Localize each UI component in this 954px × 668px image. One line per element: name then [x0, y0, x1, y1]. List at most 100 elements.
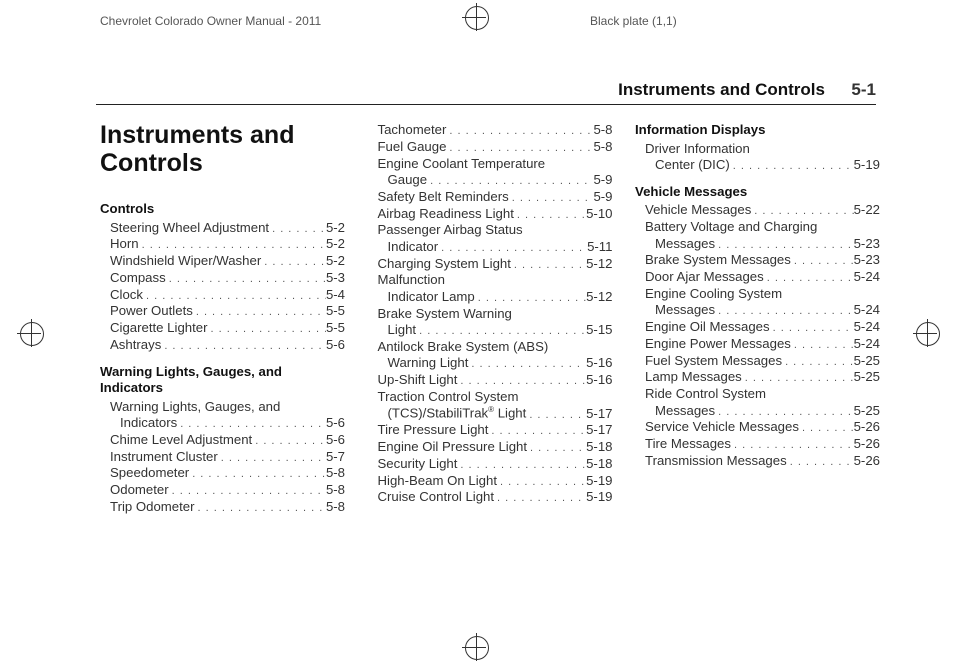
toc-entry-wrap: Engine Coolant Temperature — [368, 156, 613, 173]
toc-entry: Center (DIC) 5-19 — [635, 157, 880, 174]
toc-entry-page: 5-3 — [326, 270, 345, 287]
toc-leader-dots — [143, 287, 326, 304]
toc-entry-page: 5-24 — [854, 269, 880, 286]
toc-entry-page: 5-18 — [586, 456, 612, 473]
toc-leader-dots — [742, 369, 854, 386]
toc-entry-page: 5-9 — [593, 189, 612, 206]
toc-entry-page: 5-19 — [854, 157, 880, 174]
toc-leader-dots — [787, 453, 854, 470]
toc-columns: Instruments and Controls Controls Steeri… — [100, 122, 880, 526]
toc-entry-wrap: Engine Cooling System — [635, 286, 880, 303]
toc-group-wlgi: Warning Lights, Gauges, and Indicators W… — [100, 364, 345, 516]
toc-entry-label: Messages — [635, 302, 715, 319]
toc-entry-wrap: Passenger Airbag Status — [368, 222, 613, 239]
toc-leader-dots — [177, 415, 326, 432]
toc-entry-page: 5-24 — [854, 336, 880, 353]
toc-entry-label: Center (DIC) — [635, 157, 730, 174]
toc-leader-dots — [770, 319, 854, 336]
toc-leader-dots — [497, 473, 586, 490]
toc-entry-page: 5-9 — [593, 172, 612, 189]
toc-entry: Airbag Readiness Light5-10 — [368, 206, 613, 223]
toc-leader-dots — [731, 436, 854, 453]
toc-entry-page: 5-18 — [586, 439, 612, 456]
toc-entry-label: Speedometer — [100, 465, 189, 482]
toc-leader-dots — [457, 372, 586, 389]
toc-entry-page: 5-26 — [854, 419, 880, 436]
toc-entry-page: 5-22 — [854, 202, 880, 219]
toc-leader-dots — [494, 489, 586, 506]
toc-entry: Lamp Messages5-25 — [635, 369, 880, 386]
toc-entry-label: Engine Power Messages — [635, 336, 791, 353]
toc-entry-page: 5-25 — [854, 403, 880, 420]
toc-group-info-displays: Information Displays Driver InformationC… — [635, 122, 880, 174]
toc-entry: (TCS)/StabiliTrak® Light5-17 — [368, 405, 613, 422]
chapter-title: Instruments and Controls — [100, 122, 345, 177]
toc-entry-page: 5-11 — [587, 239, 612, 256]
toc-entry-page: 5-25 — [854, 353, 880, 370]
toc-entry-label: Indicators — [100, 415, 177, 432]
toc-entry-page: 5-10 — [586, 206, 612, 223]
toc-entry-page: 5-7 — [326, 449, 345, 466]
toc-leader-dots — [261, 253, 326, 270]
toc-leader-dots — [438, 239, 587, 256]
toc-entry: Brake System Messages5-23 — [635, 252, 880, 269]
toc-entry-label: Up-Shift Light — [368, 372, 458, 389]
toc-entry-label: Brake System Messages — [635, 252, 791, 269]
toc-entry-label: Lamp Messages — [635, 369, 742, 386]
toc-leader-dots — [189, 465, 326, 482]
toc-entry-wrap: Antilock Brake System (ABS) — [368, 339, 613, 356]
toc-leader-dots — [446, 139, 593, 156]
toc-column-3: Information Displays Driver InformationC… — [635, 122, 880, 526]
toc-entry: Messages5-23 — [635, 236, 880, 253]
toc-entry: Safety Belt Reminders5-9 — [368, 189, 613, 206]
toc-entry: Light5-15 — [368, 322, 613, 339]
toc-leader-dots — [457, 456, 586, 473]
toc-entry-label: Cigarette Lighter — [100, 320, 208, 337]
toc-leader-dots — [427, 172, 593, 189]
toc-entry-page: 5-12 — [586, 289, 612, 306]
toc-entry-label: Engine Oil Messages — [635, 319, 770, 336]
toc-leader-dots — [269, 220, 326, 237]
toc-leader-dots — [791, 336, 854, 353]
toc-entry-page: 5-15 — [586, 322, 612, 339]
toc-leader-dots — [715, 302, 853, 319]
toc-entry: Service Vehicle Messages5-26 — [635, 419, 880, 436]
toc-entry-label: Tire Messages — [635, 436, 731, 453]
toc-entry-label: Odometer — [100, 482, 169, 499]
toc-entry-wrap: Brake System Warning — [368, 306, 613, 323]
group-title: Controls — [100, 201, 345, 218]
registration-mark-icon — [916, 322, 940, 346]
plate-label: Black plate (1,1) — [590, 14, 677, 28]
toc-entry: Cruise Control Light5-19 — [368, 489, 613, 506]
toc-leader-dots — [764, 269, 854, 286]
toc-entry-label: Messages — [635, 403, 715, 420]
toc-leader-dots — [526, 406, 586, 423]
toc-entry-label: Fuel System Messages — [635, 353, 782, 370]
toc-leader-dots — [468, 355, 586, 372]
toc-entry-page: 5-2 — [326, 220, 345, 237]
toc-entry: Messages 5-25 — [635, 403, 880, 420]
toc-entry: Chime Level Adjustment5-6 — [100, 432, 345, 449]
toc-leader-dots — [488, 422, 586, 439]
toc-entry-label: Trip Odometer — [100, 499, 195, 516]
toc-entry: Engine Power Messages 5-24 — [635, 336, 880, 353]
toc-leader-dots — [193, 303, 326, 320]
toc-entry: Warning Light5-16 — [368, 355, 613, 372]
toc-entry-label: Messages — [635, 236, 715, 253]
toc-entry-label: Engine Oil Pressure Light — [368, 439, 528, 456]
toc-entry-label: High-Beam On Light — [368, 473, 497, 490]
toc-entry-label: Ashtrays — [100, 337, 161, 354]
toc-entry-page: 5-5 — [326, 320, 345, 337]
toc-leader-dots — [475, 289, 586, 306]
toc-column-1: Instruments and Controls Controls Steeri… — [100, 122, 345, 526]
toc-entry-page: 5-19 — [586, 473, 612, 490]
toc-entry: Compass5-3 — [100, 270, 345, 287]
toc-entry: Engine Oil Messages5-24 — [635, 319, 880, 336]
group-title: Vehicle Messages — [635, 184, 880, 201]
group-title: Information Displays — [635, 122, 880, 139]
toc-entry: Transmission Messages5-26 — [635, 453, 880, 470]
toc-leader-dots — [782, 353, 854, 370]
section-title: Instruments and Controls — [618, 80, 825, 99]
toc-entry-page: 5-8 — [326, 499, 345, 516]
toc-entry-label: Instrument Cluster — [100, 449, 218, 466]
